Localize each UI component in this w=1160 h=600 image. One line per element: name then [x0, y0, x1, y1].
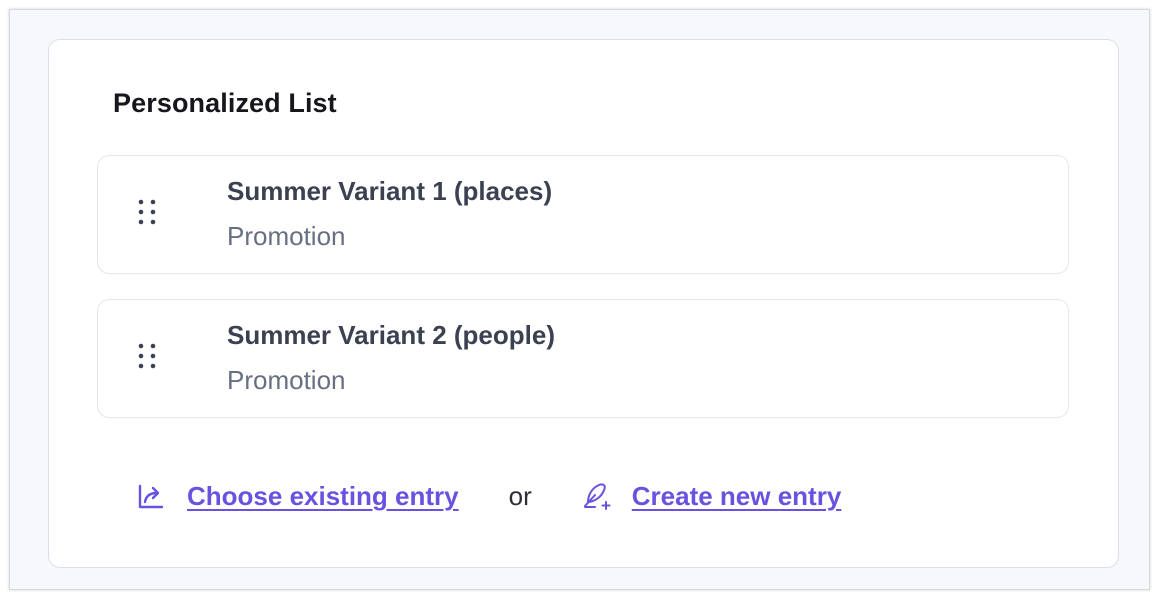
entry-content-type: Promotion: [227, 365, 346, 395]
feather-plus-icon: [582, 482, 611, 510]
link-entry-icon: [137, 482, 165, 510]
app-frame: Personalized List Summer Variant 1 (plac…: [9, 9, 1150, 590]
choose-existing-entry-label: Choose existing entry: [187, 480, 459, 511]
entry-actions: Choose existing entry or Create new entr…: [137, 478, 841, 514]
or-separator: or: [508, 480, 532, 511]
list-title: Personalized List: [113, 88, 337, 118]
create-new-entry-link[interactable]: Create new entry: [582, 480, 842, 512]
personalized-list-card: Personalized List Summer Variant 1 (plac…: [48, 39, 1119, 568]
entry-content-type: Promotion: [227, 221, 346, 251]
list-item[interactable]: Summer Variant 1 (places) Promotion: [97, 155, 1069, 274]
entry-title: Summer Variant 1 (places): [227, 176, 553, 206]
drag-handle-icon[interactable]: [136, 198, 158, 234]
choose-existing-entry-link[interactable]: Choose existing entry: [137, 481, 459, 512]
create-new-entry-label: Create new entry: [631, 480, 842, 511]
list-item[interactable]: Summer Variant 2 (people) Promotion: [97, 299, 1069, 418]
drag-handle-icon[interactable]: [136, 342, 158, 378]
entry-title: Summer Variant 2 (people): [227, 320, 555, 350]
